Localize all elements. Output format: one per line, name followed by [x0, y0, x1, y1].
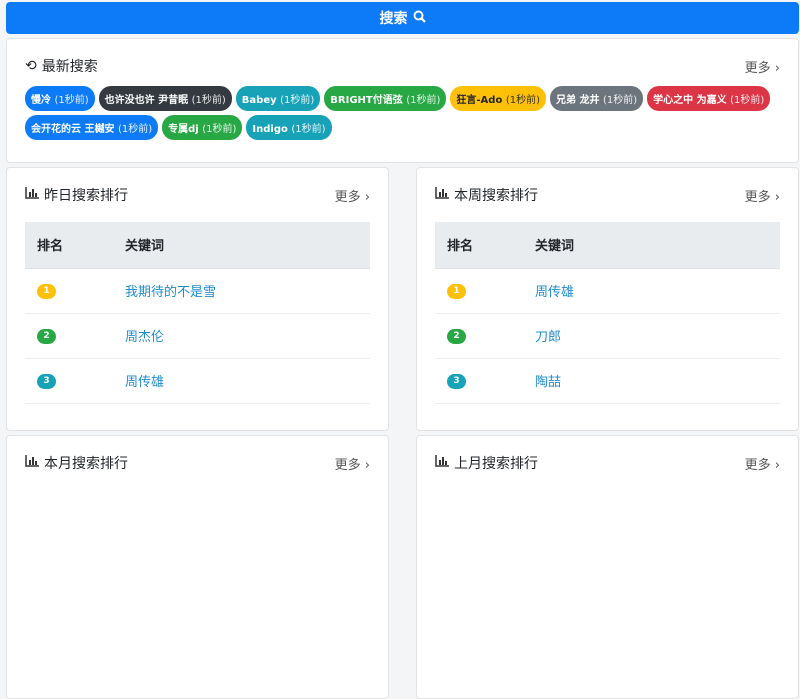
- keyword-link[interactable]: 我期待的不是雪: [125, 285, 216, 300]
- recent-tag[interactable]: 专属dj (1秒前): [162, 115, 243, 140]
- more-link[interactable]: 更多 ›: [335, 454, 370, 473]
- rank-board: 本周搜索排行 更多 › 排名 关键词 1 周传雄 2 刀郎 3 陶喆: [416, 167, 799, 431]
- table-row: 2 周杰伦: [25, 313, 370, 359]
- keyword-link[interactable]: 周传雄: [125, 375, 164, 390]
- more-link[interactable]: 更多 ›: [335, 186, 370, 205]
- recent-tag[interactable]: 慢冷 (1秒前): [25, 86, 95, 111]
- recent-tag[interactable]: BRIGHT付语弦 (1秒前): [324, 86, 447, 111]
- recent-tag[interactable]: 会开花的云 王樾安 (1秒前): [25, 115, 159, 140]
- keyword-link[interactable]: 周传雄: [535, 285, 574, 300]
- rank-badge: 1: [447, 284, 466, 299]
- rank-badge: 2: [447, 329, 466, 344]
- rank-table: 排名 关键词 1 我期待的不是雪 2 周杰伦 3 周传雄: [25, 222, 370, 404]
- rank-badge: 3: [37, 374, 56, 389]
- bar-chart-icon: [25, 455, 39, 471]
- recent-tag[interactable]: 学心之中 为嘉义 (1秒前): [647, 86, 771, 111]
- recent-tag[interactable]: Indigo (1秒前): [246, 115, 332, 140]
- table-row: 1 周传雄: [435, 268, 780, 314]
- rank-table: 排名 关键词 1 周传雄 2 刀郎 3 陶喆: [435, 222, 780, 404]
- bar-chart-icon: [435, 187, 449, 203]
- recent-tag[interactable]: 兄弟 龙井 (1秒前): [549, 86, 644, 111]
- history-icon: ⟲: [25, 58, 37, 74]
- recent-tag[interactable]: 狂言-Ado (1秒前): [450, 86, 546, 111]
- keyword-link[interactable]: 刀郎: [535, 330, 561, 345]
- search-icon: [413, 10, 426, 27]
- rank-badge: 3: [447, 374, 466, 389]
- table-row: 3 陶喆: [435, 358, 780, 404]
- bar-chart-icon: [25, 187, 39, 203]
- table-row: 3 周传雄: [25, 358, 370, 404]
- recent-tag[interactable]: Babey (1秒前): [235, 86, 321, 111]
- keyword-link[interactable]: 周杰伦: [125, 330, 164, 345]
- keyword-link[interactable]: 陶喆: [535, 375, 561, 390]
- rank-badge: 2: [37, 329, 56, 344]
- recent-search-card: ⟲ 最新搜索 更多 › 慢冷 (1秒前) 也许没也许 尹昔眠 (1秒前) Babey (…: [6, 38, 799, 163]
- more-link[interactable]: 更多 ›: [745, 186, 780, 205]
- bar-chart-icon: [435, 455, 449, 471]
- recent-tag[interactable]: 也许没也许 尹昔眠 (1秒前): [98, 86, 232, 111]
- rank-badge: 1: [37, 284, 56, 299]
- search-button[interactable]: 搜索: [6, 2, 799, 34]
- table-row: 2 刀郎: [435, 313, 780, 359]
- table-row: 1 我期待的不是雪: [25, 268, 370, 314]
- more-link[interactable]: 更多 ›: [745, 57, 780, 76]
- rank-board: 昨日搜索排行 更多 › 排名 关键词 1 我期待的不是雪 2 周杰伦 3 周传雄: [6, 167, 389, 431]
- more-link[interactable]: 更多 ›: [745, 454, 780, 473]
